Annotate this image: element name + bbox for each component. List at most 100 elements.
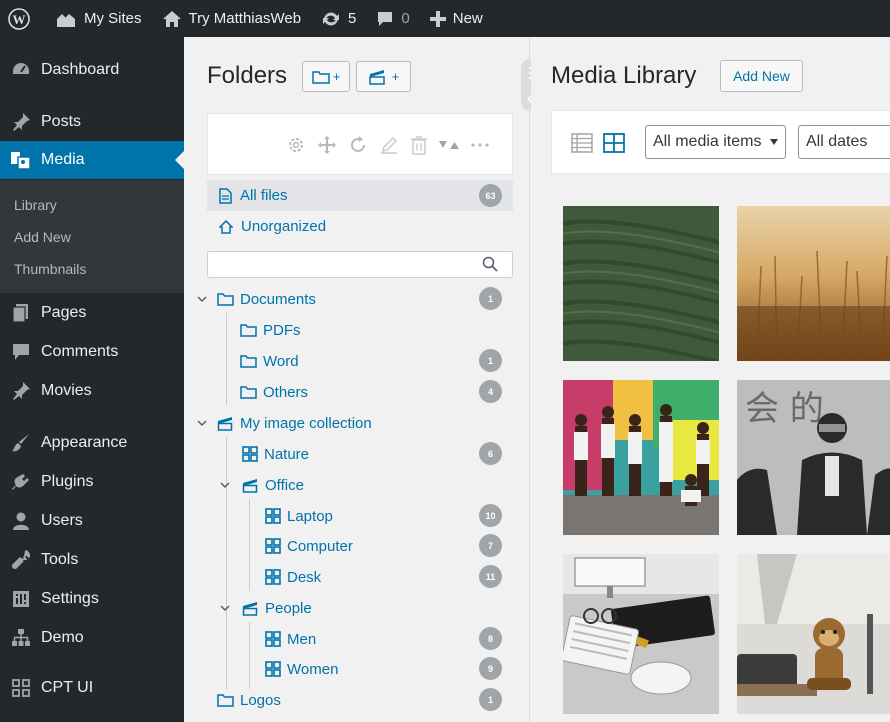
menu-posts[interactable]: Posts bbox=[0, 103, 184, 141]
pin-icon bbox=[10, 111, 32, 133]
my-sites-menu[interactable]: My Sites bbox=[45, 0, 152, 37]
media-thumbnail-women-mural[interactable] bbox=[563, 380, 719, 535]
menu-appearance[interactable]: Appearance bbox=[0, 424, 184, 462]
trash-icon[interactable] bbox=[408, 134, 430, 156]
menu-comments[interactable]: Comments bbox=[0, 333, 184, 371]
unorganized-item[interactable]: Unorganized bbox=[207, 211, 513, 242]
submenu-library[interactable]: Library bbox=[14, 197, 57, 213]
count-badge: 6 bbox=[479, 442, 502, 465]
all-files-item[interactable]: All files bbox=[207, 180, 513, 211]
tree-item-office[interactable]: Office bbox=[242, 471, 304, 499]
unorganized-label: Unorganized bbox=[241, 218, 327, 235]
menu-comments-label: Comments bbox=[41, 343, 119, 360]
menu-media[interactable]: Media bbox=[0, 141, 184, 179]
comments-button[interactable]: 0 bbox=[366, 0, 419, 37]
media-type-value: All media items bbox=[653, 133, 762, 150]
add-new-button[interactable]: Add New bbox=[720, 60, 803, 92]
folders-title: Folders bbox=[207, 62, 288, 89]
tree-item-desk[interactable]: Desk bbox=[265, 563, 321, 591]
menu-dashboard[interactable]: Dashboard bbox=[0, 51, 184, 89]
menu-dashboard-label: Dashboard bbox=[41, 61, 120, 78]
grid-view-icon[interactable] bbox=[603, 132, 625, 154]
add-collection-plus: + bbox=[391, 69, 400, 84]
tree-item-nature[interactable]: Nature bbox=[242, 440, 309, 468]
tree-item-documents[interactable]: Documents bbox=[217, 285, 316, 313]
tree-item-men[interactable]: Men bbox=[265, 625, 316, 653]
submenu-add-new[interactable]: Add New bbox=[14, 229, 71, 245]
svg-text:W: W bbox=[13, 12, 26, 27]
media-thumbnail-monkey-figurine[interactable] bbox=[737, 554, 890, 714]
list-view-icon[interactable] bbox=[571, 132, 593, 154]
media-type-select[interactable]: All media items bbox=[645, 125, 786, 159]
media-library-panel: Media Library Add New All media items Al… bbox=[531, 37, 890, 722]
folder-toolbar bbox=[207, 113, 513, 175]
collapse-caret-icon[interactable] bbox=[195, 416, 209, 430]
wordpress-logo-button[interactable]: W bbox=[0, 0, 45, 37]
tree-item-computer[interactable]: Computer bbox=[265, 532, 353, 560]
tree-item-women[interactable]: Women bbox=[265, 655, 338, 683]
media-thumbnail-golden-field[interactable] bbox=[737, 206, 890, 361]
date-filter-select[interactable]: All dates bbox=[798, 125, 890, 159]
comments-icon bbox=[10, 341, 32, 363]
site-name-menu[interactable]: Try MatthiasWeb bbox=[152, 0, 312, 37]
media-thumbnail-desk-setup[interactable] bbox=[563, 554, 719, 714]
sort-icon[interactable] bbox=[438, 134, 460, 156]
gallery-icon bbox=[265, 569, 281, 585]
tree-item-label: Logos bbox=[240, 691, 281, 709]
new-content-button[interactable]: New bbox=[420, 0, 493, 37]
add-folder-button[interactable]: + bbox=[302, 61, 350, 92]
move-icon[interactable] bbox=[316, 134, 338, 156]
menu-plugins[interactable]: Plugins bbox=[0, 463, 184, 501]
menu-movies[interactable]: Movies bbox=[0, 372, 184, 410]
collapse-caret-icon[interactable] bbox=[195, 292, 209, 306]
tree-item-laptop[interactable]: Laptop bbox=[265, 502, 333, 530]
tree-item-people[interactable]: People bbox=[242, 594, 312, 622]
media-thumbnail-graduates[interactable]: 会 的 bbox=[737, 380, 890, 535]
collapse-caret-icon[interactable] bbox=[218, 601, 232, 615]
search-icon[interactable] bbox=[482, 256, 498, 272]
date-filter-value: All dates bbox=[806, 133, 868, 150]
file-icon bbox=[219, 187, 232, 204]
plus-icon bbox=[429, 10, 446, 27]
tree-item-others[interactable]: Others bbox=[240, 378, 308, 406]
updates-icon bbox=[323, 12, 340, 25]
menu-settings-label: Settings bbox=[41, 590, 99, 607]
menu-demo[interactable]: Demo bbox=[0, 619, 184, 657]
menu-cpt-ui[interactable]: CPT UI bbox=[0, 669, 184, 707]
photo-golden-field bbox=[737, 206, 890, 361]
folder-icon bbox=[240, 323, 257, 337]
menu-tools[interactable]: Tools bbox=[0, 541, 184, 579]
menu-settings[interactable]: Settings bbox=[0, 580, 184, 618]
tree-item-logos[interactable]: Logos bbox=[217, 686, 281, 714]
admin-bar: W My Sites Try MatthiasWeb 5 0 New bbox=[0, 0, 890, 37]
gear-icon[interactable] bbox=[285, 134, 307, 156]
collapse-caret-icon[interactable] bbox=[218, 478, 232, 492]
tree-item-word[interactable]: Word bbox=[240, 347, 299, 375]
dashboard-icon bbox=[10, 59, 32, 81]
more-icon[interactable] bbox=[469, 134, 491, 156]
gallery-icon bbox=[265, 508, 281, 524]
tree-item-pdfs[interactable]: PDFs bbox=[240, 316, 301, 344]
dropdown-arrow-icon bbox=[770, 139, 778, 145]
wordpress-icon: W bbox=[8, 7, 30, 30]
refresh-icon[interactable] bbox=[347, 134, 369, 156]
menu-pages[interactable]: Pages bbox=[0, 294, 184, 332]
rename-pencil-icon[interactable] bbox=[378, 134, 400, 156]
media-submenu: Library Add New Thumbnails bbox=[0, 180, 184, 293]
tree-item-label: Documents bbox=[240, 290, 316, 308]
count-badge: 9 bbox=[479, 657, 502, 680]
submenu-thumbnails[interactable]: Thumbnails bbox=[14, 261, 86, 277]
plugin-icon bbox=[10, 471, 32, 493]
gallery-icon bbox=[265, 538, 281, 554]
folder-icon bbox=[240, 354, 257, 368]
site-name-label: Try MatthiasWeb bbox=[188, 10, 302, 27]
photo-desk-setup bbox=[563, 554, 719, 714]
folder-icon bbox=[311, 70, 330, 84]
tree-item-my-image-collection[interactable]: My image collection bbox=[217, 409, 372, 437]
media-thumbnail-green-field[interactable] bbox=[563, 206, 719, 361]
menu-users[interactable]: Users bbox=[0, 502, 184, 540]
updates-button[interactable]: 5 bbox=[311, 0, 366, 37]
add-collection-button[interactable]: + bbox=[356, 61, 411, 92]
folder-search-input[interactable] bbox=[207, 251, 513, 278]
menu-tools-label: Tools bbox=[41, 551, 79, 568]
